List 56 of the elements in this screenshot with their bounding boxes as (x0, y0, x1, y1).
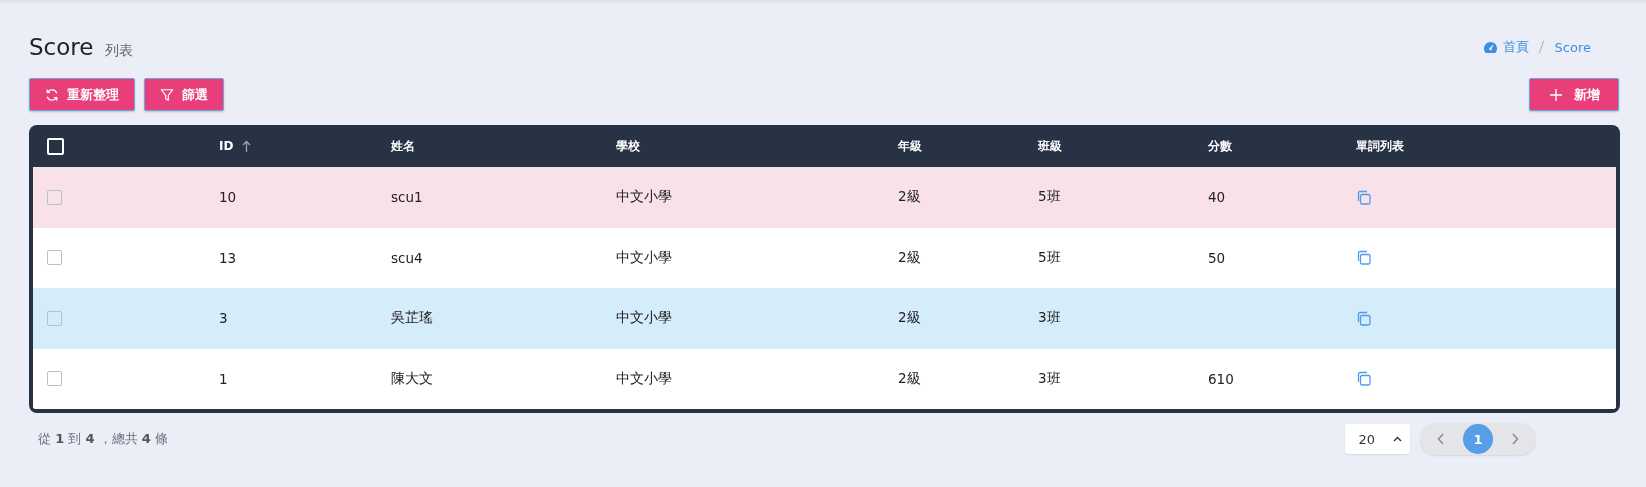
table-cell: 50 (1208, 249, 1226, 266)
table-row[interactable]: 3 吳芷瑤 中文小學 2級 3班 (33, 288, 1616, 349)
table-cell: 中文小學 (616, 248, 672, 267)
sort-arrow-icon (242, 140, 252, 152)
column-header[interactable]: ID (219, 139, 252, 153)
page-title: Score (29, 34, 94, 60)
table-cell: 1 (219, 370, 228, 387)
table-cell: 陳大文 (391, 369, 433, 388)
row-checkbox[interactable] (47, 371, 62, 387)
column-header[interactable]: 單詞列表 (1356, 137, 1404, 155)
caret-up-icon (1393, 436, 1402, 442)
table-row[interactable]: 10 scu1 中文小學 2級 5班 40 (33, 167, 1616, 228)
table-cell: 2級 (898, 248, 921, 267)
column-header[interactable]: 年級 (898, 137, 922, 155)
table-cell: 5班 (1038, 188, 1061, 207)
table-cell: scu4 (391, 249, 423, 266)
row-checkbox[interactable] (47, 189, 62, 205)
refresh-icon (45, 87, 59, 102)
table-cell: 3班 (1038, 369, 1061, 388)
table-cell: 40 (1208, 189, 1226, 206)
copy-icon[interactable] (1356, 250, 1371, 266)
column-header[interactable]: 學校 (616, 137, 640, 155)
row-checkbox[interactable] (47, 310, 62, 326)
table-cell: 13 (219, 249, 237, 266)
column-header[interactable]: 班級 (1038, 137, 1062, 155)
copy-icon[interactable] (1356, 371, 1371, 387)
copy-icon[interactable] (1356, 310, 1371, 326)
table-cell: 3班 (1038, 309, 1061, 328)
table-cell: 610 (1208, 370, 1234, 387)
table-cell: 10 (219, 189, 237, 206)
add-button[interactable]: 新增 (1529, 78, 1619, 111)
table-cell: 3 (219, 310, 228, 327)
select-all-checkbox[interactable] (47, 137, 64, 155)
column-header[interactable]: 姓名 (391, 137, 415, 155)
filter-button[interactable]: 篩選 (144, 78, 224, 111)
row-checkbox[interactable] (47, 250, 62, 266)
column-header[interactable]: 分數 (1208, 137, 1232, 155)
table-cell: 中文小學 (616, 188, 672, 207)
record-summary: 從 1 到 4 ，總共 4 條 (38, 430, 168, 448)
table-cell: scu1 (391, 189, 423, 206)
table-cell: 中文小學 (616, 309, 672, 328)
plus-icon (1550, 88, 1562, 101)
page-subtitle: 列表 (105, 42, 134, 60)
refresh-button[interactable]: 重新整理 (29, 78, 135, 111)
dashboard-icon (1482, 40, 1498, 54)
table-cell: 2級 (898, 188, 921, 207)
previous-page-icon[interactable] (1437, 433, 1445, 445)
table-cell: 吳芷瑤 (391, 309, 433, 328)
table-cell: 2級 (898, 309, 921, 328)
table-cell: 2級 (898, 369, 921, 388)
table-cell: 中文小學 (616, 369, 672, 388)
filter-icon (160, 87, 174, 102)
copy-icon[interactable] (1356, 189, 1371, 205)
page-size-select[interactable]: 20 (1345, 424, 1410, 454)
table-cell: 5班 (1038, 248, 1061, 267)
next-page-icon[interactable] (1511, 433, 1519, 445)
